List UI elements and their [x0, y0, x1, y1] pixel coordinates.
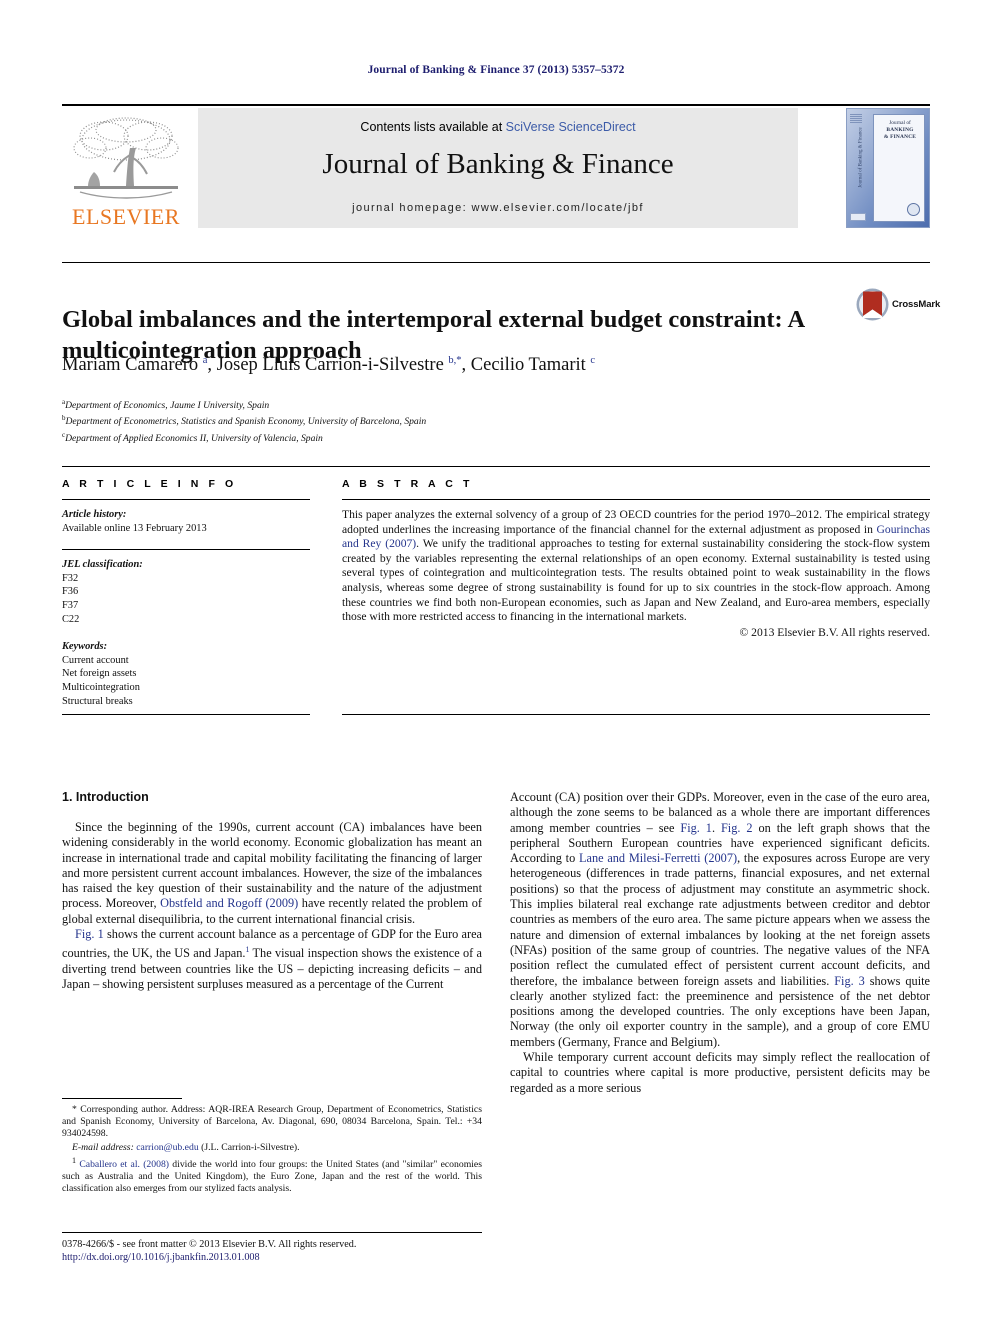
citation-link[interactable]: Caballero et al. (2008)	[79, 1159, 169, 1170]
body-column-left: 1. Introduction Since the beginning of t…	[62, 790, 482, 992]
keyword-item: Net foreign assets	[62, 668, 137, 680]
abstract-copyright: © 2013 Elsevier B.V. All rights reserved…	[739, 625, 930, 639]
citation-link[interactable]: Obstfeld and Rogoff (2009)	[160, 896, 298, 910]
affiliation-b-text: Department of Econometrics, Statistics a…	[65, 416, 427, 428]
article-history-group: Article history: Available online 13 Feb…	[62, 508, 310, 535]
figure-link[interactable]: Fig. 1	[75, 927, 104, 941]
crossmark-icon	[856, 288, 889, 321]
info-band-bottom-divider-right	[342, 714, 930, 715]
article-info-column: A R T I C L E I N F O Article history: A…	[62, 478, 310, 708]
info-band-bottom-divider-left	[62, 714, 310, 715]
figure-link[interactable]: Fig. 2	[721, 821, 753, 835]
paragraph: While temporary current account deficits…	[510, 1050, 930, 1095]
article-info-heading: A R T I C L E I N F O	[62, 478, 237, 490]
email-suffix: (J.L. Carrion-i-Silvestre).	[198, 1141, 300, 1153]
article-info-rule	[62, 499, 310, 500]
cover-emblem-icon	[907, 203, 920, 216]
jel-code: F37	[62, 599, 79, 611]
abstract-column: A B S T R A C T This paper analyzes the …	[342, 478, 930, 639]
footnote-1: 1 Caballero et al. (2008) divide the wor…	[62, 1155, 482, 1196]
journal-cover-thumbnail: Journal of Banking & Finance Journal of …	[846, 108, 930, 228]
footer-divider	[62, 1232, 482, 1233]
sciencedirect-link[interactable]: SciVerse ScienceDirect	[506, 120, 636, 134]
elsevier-wordmark: ELSEVIER	[72, 204, 180, 229]
keywords-label: Keywords:	[62, 641, 108, 653]
contents-available-line: Contents lists available at SciVerse Sci…	[198, 120, 798, 134]
email-link[interactable]: carrion@ub.edu	[136, 1142, 198, 1153]
email-label: E-mail address:	[72, 1141, 134, 1153]
affiliation-list: aDepartment of Economics, Jaume I Univer…	[62, 396, 762, 445]
section-heading-introduction: 1. Introduction	[62, 790, 149, 804]
jel-code: F36	[62, 586, 79, 598]
author-list: Mariam Camarero a, Josep Lluís Carrion-i…	[62, 355, 862, 376]
crossmark-badge[interactable]: CrossMark	[856, 288, 940, 322]
article-page: Journal of Banking & Finance 37 (2013) 5…	[0, 0, 992, 1323]
paragraph: Since the beginning of the 1990s, curren…	[62, 820, 482, 927]
journal-homepage-link[interactable]: journal homepage: www.elsevier.com/locat…	[198, 202, 798, 214]
figure-link[interactable]: Fig. 3	[834, 974, 865, 988]
info-spacer-2	[62, 626, 310, 640]
authors-text: Mariam Camarero a, Josep Lluís Carrion-i…	[62, 355, 596, 376]
abstract-rule	[342, 499, 930, 500]
keyword-item: Multicointegration	[62, 681, 140, 693]
info-spacer-1	[62, 535, 310, 549]
affiliation-b: bDepartment of Econometrics, Statistics …	[62, 414, 427, 428]
footnote-divider	[62, 1098, 182, 1099]
crossmark-label: CrossMark	[892, 299, 941, 310]
jel-code: F32	[62, 572, 79, 584]
figure-link[interactable]: Fig. 1	[680, 821, 712, 835]
masthead-banner: Contents lists available at SciVerse Sci…	[198, 108, 798, 228]
cover-panel: Journal of BANKING & FINANCE	[873, 114, 925, 222]
footnote-corresponding-author: * Corresponding author. Address: AQR-IRE…	[62, 1104, 482, 1141]
keyword-item: Current account	[62, 654, 129, 666]
running-head: Journal of Banking & Finance 37 (2013) 5…	[367, 64, 625, 76]
jel-label: JEL classification:	[62, 559, 143, 571]
title-divider	[62, 262, 930, 263]
info-band-top-divider	[62, 466, 930, 467]
footnote-block: * Corresponding author. Address: AQR-IRE…	[62, 1104, 482, 1197]
affiliation-c: cDepartment of Applied Economics II, Uni…	[62, 430, 323, 445]
body-column-right: Account (CA) position over their GDPs. M…	[510, 790, 930, 1096]
footnote-marker: 1	[72, 1155, 77, 1165]
para-text: .	[711, 820, 721, 835]
para-text: , the exposures across Europe are very h…	[510, 851, 930, 988]
affiliation-c-text: Department of Applied Economics II, Univ…	[65, 433, 323, 445]
affiliation-a-text: Department of Economics, Jaume I Univers…	[65, 400, 270, 412]
page-footer: 0378-4266/$ - see front matter © 2013 El…	[62, 1238, 522, 1265]
cover-spine-text: Journal of Banking & Finance	[858, 127, 864, 188]
doi-link[interactable]: http://dx.doi.org/10.1016/j.jbankfin.201…	[62, 1251, 522, 1264]
footnote-email: E-mail address: carrion@ub.edu (J.L. Car…	[62, 1142, 482, 1154]
affiliation-a: aDepartment of Economics, Jaume I Univer…	[62, 398, 270, 412]
cover-line-1: Journal of	[889, 120, 911, 126]
cover-line-3: & FINANCE	[883, 134, 917, 140]
cover-footer-block	[850, 213, 866, 221]
contents-prefix: Contents lists available at	[360, 120, 506, 134]
abstract-part-1: This paper analyzes the external solvenc…	[342, 508, 930, 536]
article-history-label: Article history:	[62, 509, 127, 520]
paragraph: Account (CA) position over their GDPs. M…	[510, 790, 930, 1050]
jel-group: JEL classification: F32 F36 F37 C22	[62, 558, 310, 626]
journal-title: Journal of Banking & Finance	[322, 148, 674, 180]
keywords-group: Keywords: Current account Net foreign as…	[62, 640, 310, 708]
cover-title: Journal of BANKING & FINANCE	[874, 120, 926, 141]
paragraph: Fig. 1 shows the current account balance…	[62, 927, 482, 992]
jel-code: C22	[62, 613, 80, 625]
article-history-value: Available online 13 February 2013	[62, 522, 207, 534]
issn-copyright-line: 0378-4266/$ - see front matter © 2013 El…	[62, 1239, 357, 1250]
cover-spine: Journal of Banking & Finance	[851, 115, 869, 223]
footnote-text: Corresponding author. Address: AQR-IREA …	[62, 1104, 482, 1140]
elsevier-tree-icon	[70, 114, 182, 202]
keyword-item: Structural breaks	[62, 695, 133, 707]
abstract-text: This paper analyzes the external solvenc…	[342, 508, 930, 625]
journal-masthead: ELSEVIER Contents lists available at Sci…	[62, 104, 930, 230]
cover-line-2: BANKING	[886, 127, 914, 133]
elsevier-logo: ELSEVIER	[62, 108, 190, 230]
abstract-heading: A B S T R A C T	[342, 478, 473, 490]
jel-rule	[62, 549, 310, 551]
citation-link[interactable]: Lane and Milesi-Ferretti (2007)	[579, 851, 737, 865]
abstract-part-2: . We unify the traditional approaches to…	[342, 537, 930, 624]
